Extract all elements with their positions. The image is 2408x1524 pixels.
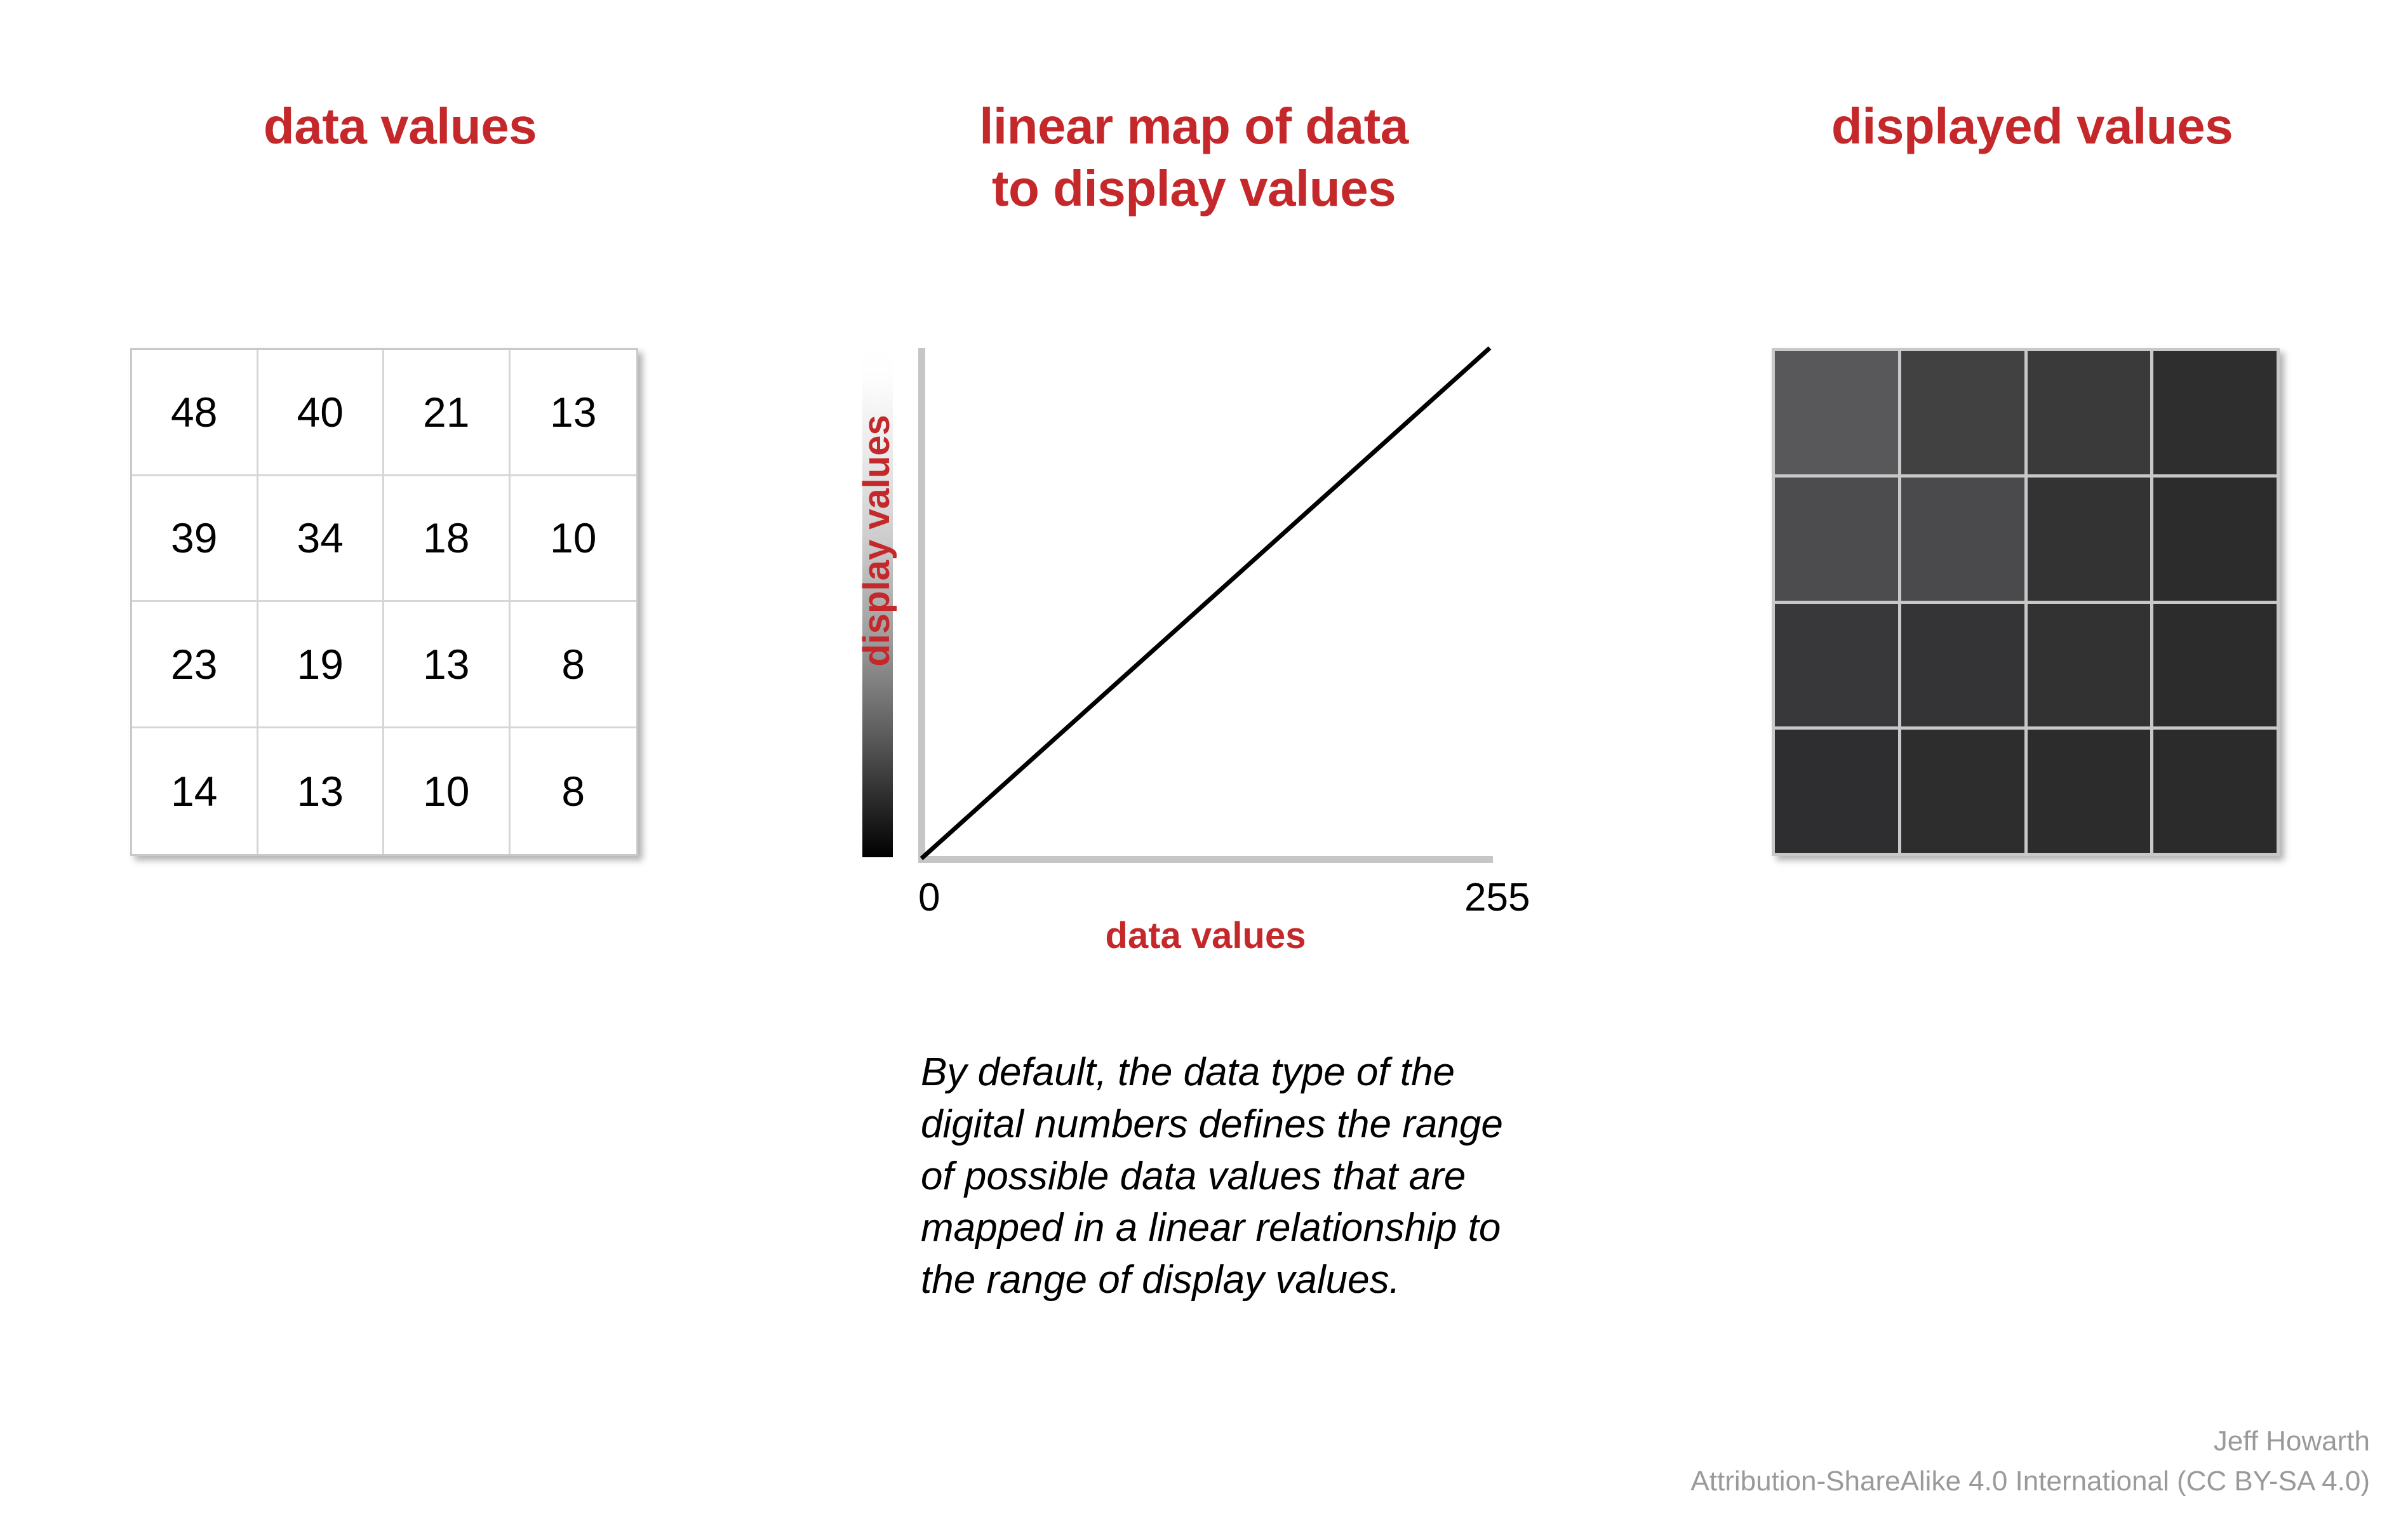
data-cell: 13: [258, 728, 384, 854]
page-title-displayed-values: displayed values: [1831, 98, 2233, 154]
display-cell: [2027, 477, 2151, 601]
data-cell: 19: [258, 602, 384, 728]
data-cell: 14: [132, 728, 258, 854]
y-axis-label: display values: [855, 415, 897, 667]
display-cell: [1775, 477, 1898, 601]
data-cell: 13: [510, 350, 636, 476]
displayed-values-grid: [1772, 348, 2280, 856]
data-cell: 39: [132, 476, 258, 602]
page-title-linear-map-line2: to display values: [991, 159, 1396, 217]
display-cell: [1775, 730, 1898, 853]
explanatory-caption: By default, the data type of the digital…: [921, 1050, 1503, 1302]
display-cell: [2027, 603, 2151, 727]
display-cell: [1901, 477, 2024, 601]
display-cell: [2027, 351, 2151, 474]
display-cell: [2153, 351, 2277, 474]
display-cell: [1901, 730, 2024, 853]
data-cell: 10: [510, 476, 636, 602]
data-cell: 10: [384, 728, 511, 854]
page-title-linear-map-line1: linear map of data: [979, 98, 1408, 154]
page-title-linear-map: linear map of data to display values: [838, 95, 1549, 219]
display-cell: [2153, 477, 2277, 601]
data-cell: 23: [132, 602, 258, 728]
display-cell: [2153, 603, 2277, 727]
data-cell: 18: [384, 476, 511, 602]
data-cell: 34: [258, 476, 384, 602]
page-title-data-values: data values: [263, 98, 537, 154]
author-name: Jeff Howarth: [2213, 1426, 2370, 1457]
display-cell: [1901, 603, 2024, 727]
data-cell: 21: [384, 350, 511, 476]
display-cell: [2153, 730, 2277, 853]
display-cell: [1901, 351, 2024, 474]
display-cell: [1775, 351, 1898, 474]
data-values-grid: 48 40 21 13 39 34 18 10 23 19 13 8 14 13…: [130, 348, 638, 856]
x-axis-tick-max: 255: [1464, 876, 1530, 919]
license-text: Attribution-ShareAlike 4.0 International…: [1690, 1465, 2370, 1497]
linear-map-line: [918, 343, 1493, 864]
x-axis-tick-min: 0: [918, 876, 940, 919]
x-axis-label: data values: [1105, 915, 1306, 956]
data-cell: 8: [510, 602, 636, 728]
display-cell: [1775, 603, 1898, 727]
data-cell: 40: [258, 350, 384, 476]
data-cell: 48: [132, 350, 258, 476]
display-cell: [2027, 730, 2151, 853]
data-cell: 13: [384, 602, 511, 728]
linear-map-chart: display values 0 255 data values: [781, 330, 1581, 1048]
attribution-footer: Jeff Howarth Attribution-ShareAlike 4.0 …: [1690, 1422, 2370, 1501]
data-cell: 8: [561, 767, 585, 815]
